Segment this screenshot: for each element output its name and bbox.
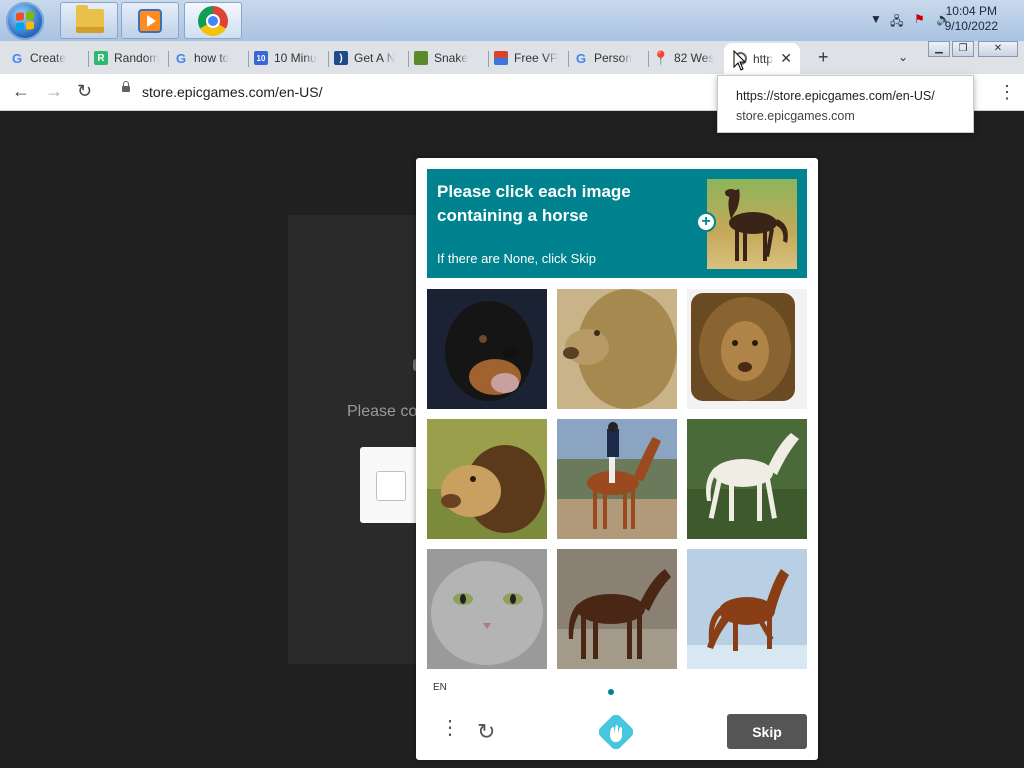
tab-5[interactable]: Snake (404, 45, 484, 71)
more-options-icon[interactable]: ⋮ (440, 718, 460, 738)
snake-icon (414, 51, 428, 65)
back-icon[interactable]: ← (12, 81, 30, 102)
windows-taskbar: ▼ 🖧 ⚑ 🔊 10:04 PM 9/10/2022 (0, 0, 1024, 42)
tab-7[interactable]: G Person (564, 45, 644, 71)
tab-title: Create (30, 51, 67, 65)
page-indicator-dot (608, 689, 614, 695)
r-icon: R (94, 51, 108, 65)
tab-hover-tooltip: https://store.epicgames.com/en-US/ store… (717, 75, 974, 133)
tab-1[interactable]: R Random (84, 45, 164, 71)
taskbar-chrome-button[interactable] (184, 2, 242, 39)
tab-search-icon[interactable]: ⌄ (898, 50, 908, 64)
image-tile-lion-2[interactable] (687, 289, 807, 409)
language-selector[interactable]: EN (433, 682, 447, 693)
google-icon: G (11, 50, 23, 66)
taskbar-media-player-button[interactable] (121, 2, 179, 39)
refresh-challenge-icon[interactable]: ↻ (477, 719, 495, 745)
tab-title: Free VP (514, 51, 559, 65)
media-player-icon (138, 9, 162, 33)
image-tile-cat[interactable] (427, 549, 547, 669)
google-icon: G (175, 50, 187, 66)
address-bar[interactable]: store.epicgames.com/en-US/ (142, 84, 323, 100)
prompt-hint: If there are None, click Skip (437, 251, 596, 266)
tab-strip: G Create R Random Ghow to 10 10 Minu ) Get A… (0, 41, 1024, 74)
clock-time: 10:04 PM (945, 4, 997, 18)
skip-button[interactable]: Skip (727, 714, 807, 749)
tab-title: how to (194, 51, 230, 65)
reload-icon[interactable]: ↻ (77, 81, 92, 102)
tab-3[interactable]: 10 10 Minu (244, 45, 324, 71)
tab-6[interactable]: Free VP (484, 45, 564, 71)
tab-title: 82 Wes (674, 51, 715, 65)
google-icon: G (575, 50, 587, 66)
tab-0[interactable]: G Create (0, 45, 80, 71)
network-icon[interactable]: 🖧 (890, 12, 903, 33)
chrome-icon (198, 6, 228, 36)
tab-title: http (753, 51, 773, 66)
start-button[interactable] (6, 2, 44, 40)
expand-sample-icon[interactable]: + (696, 212, 716, 232)
tab-8[interactable]: 📍 82 Wes (644, 45, 724, 71)
hcaptcha-logo-icon[interactable] (598, 714, 634, 750)
close-tab-icon[interactable]: ✕ (780, 50, 792, 67)
tab-title: Snake (434, 51, 469, 65)
tab-2[interactable]: Ghow to (164, 45, 244, 71)
image-tile-dog[interactable] (427, 289, 547, 409)
maps-pin-icon: 📍 (652, 49, 670, 66)
tab-title: Random (114, 51, 160, 65)
signal-icon: ) (334, 51, 348, 65)
forward-icon[interactable]: → (45, 81, 63, 102)
tray-expand-icon[interactable]: ▼ (870, 12, 882, 26)
windows-logo-icon (16, 11, 34, 31)
taskbar-explorer-button[interactable] (60, 2, 118, 39)
tab-title: Get A N (354, 51, 396, 65)
action-center-icon[interactable]: ⚑ (914, 12, 925, 26)
prompt-text: Please click each image containing a hor… (437, 182, 631, 225)
restore-icon[interactable]: ❐ (952, 41, 974, 57)
captcha-checkbox[interactable] (376, 471, 406, 501)
folder-icon (76, 5, 104, 33)
image-tile-lion-1[interactable] (557, 289, 677, 409)
tooltip-url: https://store.epicgames.com/en-US/ (736, 89, 935, 103)
captcha-prompt: Please click each image containing a hor… (427, 169, 807, 278)
system-tray: ▼ 🖧 ⚑ 🔊 10:04 PM 9/10/2022 (824, 0, 1024, 41)
image-grid (427, 289, 807, 669)
image-tile-chestnut-horse[interactable] (687, 549, 807, 669)
minimize-icon[interactable]: ▁ (928, 41, 950, 57)
tooltip-domain: store.epicgames.com (736, 109, 855, 123)
mouse-cursor-icon (733, 50, 747, 71)
image-tile-horse-rider[interactable] (557, 419, 677, 539)
page-instruction-text: Please co (347, 403, 418, 420)
tab-4[interactable]: ) Get A N (324, 45, 404, 71)
lock-icon[interactable] (122, 81, 130, 92)
new-tab-icon[interactable]: + (818, 47, 829, 68)
captcha-challenge: Please click each image containing a hor… (416, 158, 818, 760)
10-icon: 10 (254, 51, 268, 65)
clock[interactable]: 10:04 PM 9/10/2022 (945, 4, 998, 34)
tab-title: 10 Minu (274, 51, 317, 65)
image-tile-dark-horse[interactable] (557, 549, 677, 669)
image-tile-lion-3[interactable] (427, 419, 547, 539)
sample-horse-image[interactable] (707, 179, 797, 269)
image-tile-white-horse[interactable] (687, 419, 807, 539)
close-window-icon[interactable]: ✕ (978, 41, 1018, 57)
clock-date: 9/10/2022 (944, 19, 998, 33)
vpn-icon (494, 51, 508, 65)
tab-title: Person (594, 51, 633, 65)
chrome-menu-icon[interactable]: ⋮ (998, 82, 1016, 103)
